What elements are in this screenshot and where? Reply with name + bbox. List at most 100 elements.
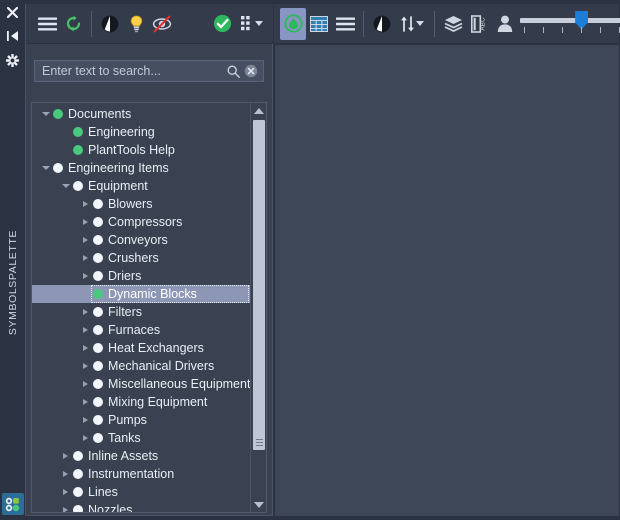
preview-canvas[interactable]	[274, 45, 619, 516]
expander-placeholder	[60, 141, 71, 159]
tree-item[interactable]: Nozzles	[32, 501, 251, 513]
contrast-icon[interactable]	[97, 9, 123, 39]
tree-item-label: Instrumentation	[88, 467, 175, 481]
tree-item[interactable]: Engineering	[32, 123, 251, 141]
status-dot-white-icon	[93, 379, 103, 389]
tree-item[interactable]: Lines	[32, 483, 251, 501]
expand-arrow-icon[interactable]	[60, 483, 71, 501]
tree-item[interactable]: Tanks	[32, 429, 251, 447]
tree-item-label: Heat Exchangers	[108, 341, 204, 355]
symbol-palette-tool-icon[interactable]	[1, 493, 24, 515]
tree-item[interactable]: Crushers	[32, 249, 251, 267]
expand-arrow-icon[interactable]	[60, 447, 71, 465]
expand-arrow-icon[interactable]	[80, 213, 91, 231]
scroll-up-button[interactable]	[251, 103, 266, 118]
collapse-arrow-icon[interactable]	[40, 105, 51, 123]
close-icon[interactable]	[0, 0, 25, 24]
status-dot-white-icon	[93, 199, 103, 209]
tree-item[interactable]: Blowers	[32, 195, 251, 213]
sort-icon[interactable]	[395, 9, 429, 39]
zoom-slider[interactable]	[518, 7, 620, 41]
lightbulb-icon[interactable]	[123, 9, 149, 39]
tree-scrollbar[interactable]	[250, 103, 266, 512]
status-dot-white-icon	[93, 397, 103, 407]
tree-item[interactable]: Compressors	[32, 213, 251, 231]
collapse-arrow-icon[interactable]	[60, 177, 71, 195]
tree-item[interactable]: Miscellaneous Equipment	[32, 375, 251, 393]
expand-arrow-icon[interactable]	[80, 429, 91, 447]
refresh-icon[interactable]	[60, 9, 86, 39]
table-grid-icon[interactable]	[306, 9, 332, 39]
tree-item[interactable]: Engineering Items	[32, 159, 251, 177]
check-circle-icon[interactable]	[209, 9, 235, 39]
tree-item[interactable]: Documents	[32, 105, 251, 123]
gear-icon[interactable]	[0, 48, 25, 72]
contrast-icon[interactable]	[369, 9, 395, 39]
view-toolbar: ABC	[274, 4, 620, 44]
expander-placeholder	[60, 123, 71, 141]
tree-item[interactable]: Furnaces	[32, 321, 251, 339]
status-dot-white-icon	[93, 325, 103, 335]
tree-item[interactable]: Filters	[32, 303, 251, 321]
slider-tick	[600, 26, 601, 33]
tree-item[interactable]: Equipment	[32, 177, 251, 195]
expand-arrow-icon[interactable]	[80, 375, 91, 393]
collapse-arrow-icon[interactable]	[40, 159, 51, 177]
tree-item-label: Driers	[108, 269, 142, 283]
search-icon[interactable]	[225, 63, 242, 80]
expand-arrow-icon[interactable]	[80, 411, 91, 429]
list-icon[interactable]	[332, 9, 358, 39]
tree-item[interactable]: Mechanical Drivers	[32, 357, 251, 375]
symbol-tree[interactable]: Documents Engineering PlantTools Help Engin…	[31, 102, 267, 513]
status-dot-green-icon	[93, 289, 103, 299]
tree-item-label: Nozzles	[88, 503, 133, 513]
label-abc-icon[interactable]: ABC	[466, 9, 492, 39]
tree-item-label: Lines	[88, 485, 118, 499]
expand-arrow-icon[interactable]	[80, 339, 91, 357]
canvas-surface[interactable]	[280, 45, 619, 516]
auto-hide-icon[interactable]	[0, 24, 25, 48]
expand-arrow-icon[interactable]	[80, 393, 91, 411]
search-box[interactable]	[34, 60, 264, 82]
tree-item[interactable]: Driers	[32, 267, 251, 285]
clear-icon[interactable]	[242, 63, 259, 80]
tree-item[interactable]: Dynamic Blocks	[32, 285, 251, 303]
expander-placeholder	[80, 285, 91, 303]
status-dot-white-icon	[73, 451, 83, 461]
slider-tick	[543, 26, 544, 33]
tree-item[interactable]: Heat Exchangers	[32, 339, 251, 357]
tree-item[interactable]: PlantTools Help	[32, 141, 251, 159]
expand-arrow-icon[interactable]	[80, 321, 91, 339]
tree-item-label: Inline Assets	[88, 449, 159, 463]
tree-item-label: Documents	[68, 107, 132, 121]
hide-preview-icon[interactable]	[149, 9, 175, 39]
expand-arrow-icon[interactable]	[80, 249, 91, 267]
chevron-down-icon	[255, 21, 263, 26]
user-icon[interactable]	[492, 9, 518, 39]
tree-item[interactable]: Pumps	[32, 411, 251, 429]
expand-arrow-icon[interactable]	[80, 303, 91, 321]
status-dot-white-icon	[93, 361, 103, 371]
tree-item-label: Mechanical Drivers	[108, 359, 215, 373]
tree-item[interactable]: Instrumentation	[32, 465, 251, 483]
grid-dots-icon[interactable]	[235, 9, 269, 39]
status-dot-white-icon	[73, 181, 83, 191]
tree-item[interactable]: Inline Assets	[32, 447, 251, 465]
menu-icon[interactable]	[34, 9, 60, 39]
expand-arrow-icon[interactable]	[80, 231, 91, 249]
expand-arrow-icon[interactable]	[80, 195, 91, 213]
tree-item-label: Dynamic Blocks	[108, 287, 197, 301]
expand-arrow-icon[interactable]	[80, 267, 91, 285]
expand-arrow-icon[interactable]	[60, 465, 71, 483]
layers-icon[interactable]	[440, 9, 466, 39]
tree-item[interactable]: Mixing Equipment	[32, 393, 251, 411]
slider-ticks	[520, 26, 620, 35]
panel-vertical-title: SYMBOLSPALETTE	[0, 72, 25, 493]
symbol-active-icon[interactable]	[280, 7, 306, 40]
search-input[interactable]	[42, 64, 225, 78]
expand-arrow-icon[interactable]	[80, 357, 91, 375]
scroll-down-button[interactable]	[251, 497, 266, 512]
tree-item[interactable]: Conveyors	[32, 231, 251, 249]
scrollbar-thumb[interactable]	[253, 120, 265, 450]
expand-arrow-icon[interactable]	[60, 501, 71, 512]
